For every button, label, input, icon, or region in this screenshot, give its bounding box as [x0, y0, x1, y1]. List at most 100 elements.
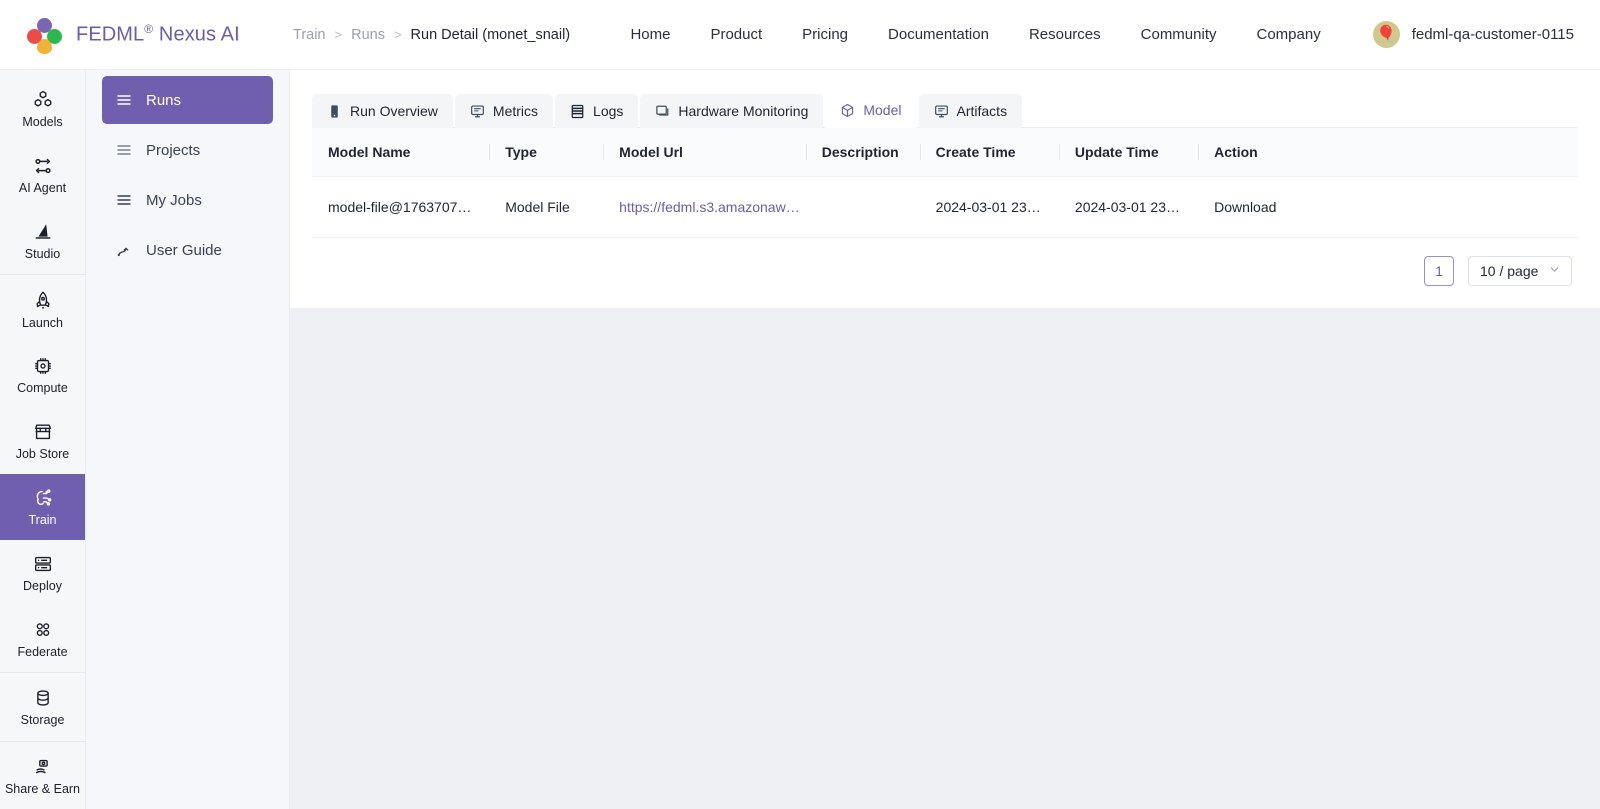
breadcrumb: Train > Runs > Run Detail (monet_snail) [293, 27, 570, 43]
column-header-create-time[interactable]: Create Time [919, 128, 1059, 177]
list-lines-icon [116, 92, 132, 108]
tab-artifacts[interactable]: Artifacts [918, 94, 1023, 128]
sidebar-item-label: User Guide [146, 241, 222, 259]
column-header-description[interactable]: Description [805, 128, 920, 177]
nav-home[interactable]: Home [630, 26, 670, 43]
nav-company[interactable]: Company [1257, 26, 1321, 43]
tab-metrics[interactable]: Metrics [454, 94, 554, 128]
device-icon [327, 104, 342, 119]
tab-logs[interactable]: Logs [555, 94, 639, 128]
sidebar-item-models[interactable]: Models [0, 76, 85, 142]
monitor-icon [934, 104, 949, 119]
sidebar-item-projects[interactable]: Projects [102, 126, 273, 174]
column-header-model-name[interactable]: Model Name [312, 128, 490, 177]
secondary-sidebar: Runs Projects My Jobs User Guide [86, 70, 290, 809]
user-name: fedml-qa-customer-0115 [1411, 26, 1574, 43]
breadcrumb-item-runs[interactable]: Runs [351, 27, 385, 43]
table-body: model-file@1763707… Model File https://f… [312, 176, 1578, 238]
cell-type: Model File [489, 176, 604, 238]
column-header-type[interactable]: Type [489, 128, 604, 177]
column-header-model-url[interactable]: Model Url [603, 128, 806, 177]
sidebar-item-storage[interactable]: Storage [0, 674, 85, 740]
cell-model-name: model-file@1763707… [312, 176, 490, 238]
page-size-select[interactable]: 10 / page [1468, 256, 1572, 286]
pagination: 1 10 / page [312, 238, 1578, 308]
sidebar-item-compute[interactable]: Compute [0, 342, 85, 408]
nav-community[interactable]: Community [1141, 26, 1217, 43]
sidebar-item-label: Studio [24, 246, 61, 261]
cell-description [805, 176, 920, 238]
column-header-action[interactable]: Action [1198, 128, 1578, 177]
tab-model[interactable]: Model [825, 92, 917, 128]
cell-update-time: 2024-03-01 23… [1058, 176, 1199, 238]
logs-icon [570, 104, 585, 119]
table-row[interactable]: model-file@1763707… Model File https://f… [312, 176, 1578, 238]
nav-documentation[interactable]: Documentation [888, 26, 989, 43]
nav-resources[interactable]: Resources [1029, 26, 1101, 43]
breadcrumb-item-train[interactable]: Train [293, 27, 326, 43]
sidebar-item-label: Projects [146, 141, 201, 159]
model-url-link[interactable]: https://fedml.s3.amazonaw… [619, 199, 800, 215]
models-cubes-icon [32, 89, 54, 111]
app-root: FEDML® Nexus AI Train > Runs > Run Detai… [0, 0, 1600, 809]
table-header-row: Model Name Type Model Url Description Cr… [312, 128, 1578, 177]
ai-agent-icon [32, 155, 54, 177]
studio-wizard-hat-icon [32, 221, 54, 243]
hot-air-balloon-icon: 🎈 [1376, 25, 1397, 43]
logo-petal-bottom [37, 38, 52, 54]
content-background [290, 308, 1600, 809]
user-menu[interactable]: 🎈 fedml-qa-customer-0115 [1372, 21, 1574, 48]
sidebar-item-label: AI Agent [18, 180, 67, 195]
model-table: Model Name Type Model Url Description Cr… [312, 128, 1578, 238]
breadcrumb-item-run-detail: Run Detail (monet_snail) [410, 26, 571, 43]
sidebar-item-launch[interactable]: Launch [0, 276, 85, 342]
sidebar-item-label: Runs [146, 91, 182, 109]
nav-product[interactable]: Product [710, 26, 762, 43]
primary-sidebar: Models AI Agent Studio Launch Compute Jo… [0, 70, 86, 809]
avatar: 🎈 [1372, 21, 1400, 48]
sidebar-item-label: Train [28, 513, 57, 528]
sidebar-item-job-store[interactable]: Job Store [0, 408, 85, 474]
main-navigation: Home Product Pricing Documentation Resou… [630, 26, 1320, 43]
sidebar-item-my-jobs[interactable]: My Jobs [102, 176, 273, 224]
server-rack-icon [32, 553, 54, 575]
guide-path-icon [116, 242, 132, 258]
tab-label: Metrics [492, 103, 539, 119]
sidebar-item-label: Job Store [15, 447, 70, 462]
tab-label: Model [863, 102, 902, 118]
brand-registered-mark: ® [144, 22, 154, 37]
breadcrumb-separator: > [393, 27, 402, 42]
sidebar-item-federate[interactable]: Federate [0, 606, 85, 672]
column-header-update-time[interactable]: Update Time [1058, 128, 1199, 177]
tab-label: Run Overview [350, 103, 438, 119]
rocket-icon [32, 290, 54, 312]
sidebar-item-share-and-earn[interactable]: Share & Earn [0, 743, 85, 809]
brand-logo[interactable]: FEDML® Nexus AI [0, 17, 265, 54]
breadcrumb-separator: > [334, 27, 343, 42]
sidebar-item-label: Share & Earn [4, 782, 81, 797]
sidebar-item-label: Launch [21, 315, 63, 330]
list-lines-icon [116, 192, 132, 208]
brand-title: FEDML® Nexus AI [76, 22, 240, 47]
tab-run-overview[interactable]: Run Overview [312, 94, 453, 128]
sidebar-item-studio[interactable]: Studio [0, 208, 85, 274]
fedml-flower-logo-icon [26, 17, 62, 54]
sidebar-item-train[interactable]: Train [0, 473, 85, 540]
brain-circuit-icon [32, 487, 54, 509]
sidebar-item-runs[interactable]: Runs [102, 76, 273, 124]
download-button[interactable]: Download [1198, 176, 1578, 238]
nav-pricing[interactable]: Pricing [802, 26, 848, 43]
sidebar-item-label: Compute [17, 381, 68, 396]
sidebar-item-deploy[interactable]: Deploy [0, 540, 85, 606]
share-earn-icon [32, 756, 54, 778]
tab-label: Logs [593, 103, 624, 119]
model-card: Run Overview Metrics Logs Hardware Monit… [290, 70, 1600, 308]
cell-model-url: https://fedml.s3.amazonaw… [603, 176, 806, 238]
sidebar-item-label: My Jobs [146, 191, 202, 209]
page-button-1[interactable]: 1 [1424, 256, 1454, 286]
sidebar-item-user-guide[interactable]: User Guide [102, 226, 273, 274]
main-content: Run Overview Metrics Logs Hardware Monit… [290, 70, 1600, 809]
sidebar-item-label: Models [22, 115, 63, 130]
sidebar-item-ai-agent[interactable]: AI Agent [0, 142, 85, 208]
tab-hardware-monitoring[interactable]: Hardware Monitoring [640, 94, 824, 128]
